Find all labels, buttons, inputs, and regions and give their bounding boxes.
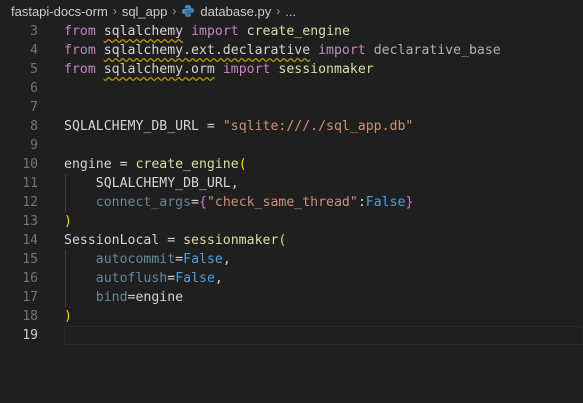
line-number: 17 xyxy=(22,290,38,305)
line-number: 7 xyxy=(30,100,38,115)
line-number: 18 xyxy=(22,309,38,324)
breadcrumb-item-file[interactable]: database.py xyxy=(200,4,271,19)
line-number: 5 xyxy=(30,62,38,77)
python-file-icon xyxy=(181,4,195,18)
code-text: ) xyxy=(64,214,72,229)
line-number: 3 xyxy=(30,24,38,39)
line-number: 4 xyxy=(30,43,38,58)
code-line: 4 from sqlalchemy.ext.declarative import… xyxy=(0,41,583,60)
code-line: 18 ) xyxy=(0,307,583,326)
chevron-right-icon: › xyxy=(172,4,177,18)
code-text: connect_args={"check_same_thread":False} xyxy=(95,195,414,210)
code-text: autocommit=False, xyxy=(95,252,231,267)
code-text: ) xyxy=(64,309,72,324)
code-text: from sqlalchemy import create_engine xyxy=(64,24,350,39)
chevron-right-icon: › xyxy=(276,4,281,18)
line-number: 6 xyxy=(30,81,38,96)
code-line: 11 SQLALCHEMY_DB_URL, xyxy=(0,174,583,193)
code-text: autoflush=False, xyxy=(95,271,223,286)
chevron-right-icon: › xyxy=(112,4,117,18)
code-line: 3 from sqlalchemy import create_engine xyxy=(0,22,583,41)
code-line-active: 19 xyxy=(0,326,583,345)
breadcrumb-item-symbols[interactable]: ... xyxy=(285,4,296,19)
code-text: from sqlalchemy.ext.declarative import d… xyxy=(64,43,501,58)
line-number: 10 xyxy=(22,157,38,172)
code-line: 13 ) xyxy=(0,212,583,231)
code-text: SQLALCHEMY_DB_URL, xyxy=(95,176,239,191)
line-number: 9 xyxy=(30,138,38,153)
breadcrumb-item-folder[interactable]: sql_app xyxy=(122,4,168,19)
line-number: 16 xyxy=(22,271,38,286)
code-text: engine = create_engine( xyxy=(64,157,247,172)
breadcrumb-item-project[interactable]: fastapi-docs-orm xyxy=(11,4,108,19)
code-line: 8 SQLALCHEMY_DB_URL = "sqlite:///./sql_a… xyxy=(0,117,583,136)
line-number: 11 xyxy=(22,176,38,191)
code-line: 16 autoflush=False, xyxy=(0,269,583,288)
code-line: 12 connect_args={"check_same_thread":Fal… xyxy=(0,193,583,212)
code-text: SQLALCHEMY_DB_URL = "sqlite:///./sql_app… xyxy=(64,119,414,134)
line-number: 8 xyxy=(30,119,38,134)
code-text: bind=engine xyxy=(95,290,184,305)
line-number: 14 xyxy=(22,233,38,248)
code-line: 9 xyxy=(0,136,583,155)
line-number: 12 xyxy=(22,195,38,210)
code-editor[interactable]: 3 from sqlalchemy import create_engine 4… xyxy=(0,22,583,403)
code-line: 6 xyxy=(0,79,583,98)
code-line: 14 SessionLocal = sessionmaker( xyxy=(0,231,583,250)
code-line: 15 autocommit=False, xyxy=(0,250,583,269)
code-line: 10 engine = create_engine( xyxy=(0,155,583,174)
code-line: 7 xyxy=(0,98,583,117)
code-text: from sqlalchemy.orm import sessionmaker xyxy=(64,62,374,77)
line-number: 19 xyxy=(22,328,38,343)
code-text: SessionLocal = sessionmaker( xyxy=(64,233,287,248)
code-line: 17 bind=engine xyxy=(0,288,583,307)
line-number: 13 xyxy=(22,214,38,229)
breadcrumb: fastapi-docs-orm › sql_app › database.py… xyxy=(0,0,583,22)
code-line: 5 from sqlalchemy.orm import sessionmake… xyxy=(0,60,583,79)
line-number: 15 xyxy=(22,252,38,267)
